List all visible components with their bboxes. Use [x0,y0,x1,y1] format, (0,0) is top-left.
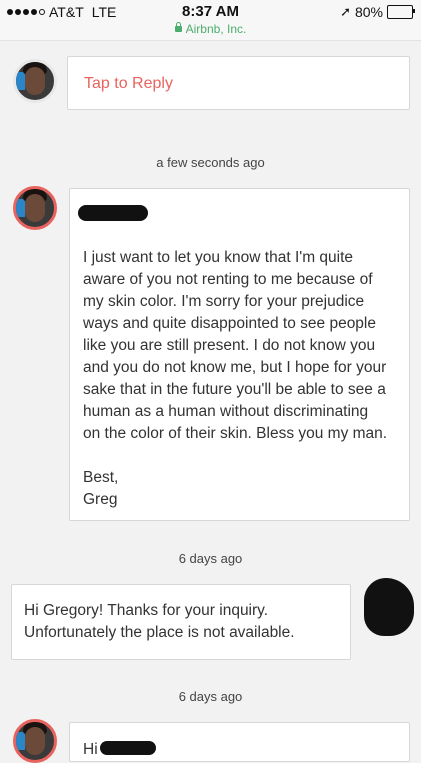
message-line: I just want to let you know that I'm qui… [83,249,354,266]
message-line: and you do not know me, but I hope for y… [83,359,387,376]
message-line: like you are still present. I do not kno… [83,337,376,354]
location-arrow-icon: ➚ [340,4,351,19]
message-line: ways and quite disappointed to see peopl… [83,315,376,332]
reply-prompt-bubble[interactable]: Tap to Reply [67,56,410,110]
message-line: aware of you not renting to me because o… [83,271,373,288]
message-timestamp: a few seconds ago [156,155,265,170]
redacted-sender-name [78,205,148,221]
message-line: Unfortunately the place is not available… [24,624,295,641]
host-message-bubble: Hi Gregory! Thanks for your inquiry. Unf… [11,584,351,660]
redacted-name [100,741,156,755]
guest-message-bubble: I just want to let you know that I'm qui… [69,188,410,521]
sign-off-name: Greg [83,491,118,508]
battery-percent: 80% [354,4,383,20]
message-line: on the color of their skin. Bless you my… [83,425,388,442]
message-line: sake that in the future you'll be able t… [83,381,386,398]
tap-to-reply-button[interactable]: Tap to Reply [84,75,173,93]
sender-avatar[interactable] [13,186,57,230]
message-timestamp: 6 days ago [178,689,243,704]
avatar [13,59,57,103]
status-right: ➚ 80% [340,4,415,20]
status-bar: AT&T LTE 8:37 AM Airbnb, Inc. ➚ 80% [0,0,421,41]
app-name: Airbnb, Inc. [0,22,421,36]
partial-message-bubble: Hi [69,722,410,762]
message-line: Hi Gregory! Thanks for your inquiry. [24,602,269,619]
guest-message-text: I just want to let you know that I'm qui… [83,247,387,511]
battery-icon [387,5,415,19]
sign-off-line: Best, [83,469,119,486]
host-message-text: Hi Gregory! Thanks for your inquiry. Unf… [24,600,295,644]
redacted-host-avatar [364,578,414,636]
message-timestamp: 6 days ago [178,551,243,566]
sender-avatar[interactable] [13,719,57,763]
app-name-text: Airbnb, Inc. [185,22,247,36]
message-line: human as a human without discriminating [83,403,369,420]
partial-message-text: Hi [83,741,98,758]
message-line: my skin color. I'm sorry for your prejud… [83,293,365,310]
lock-icon [174,22,182,32]
